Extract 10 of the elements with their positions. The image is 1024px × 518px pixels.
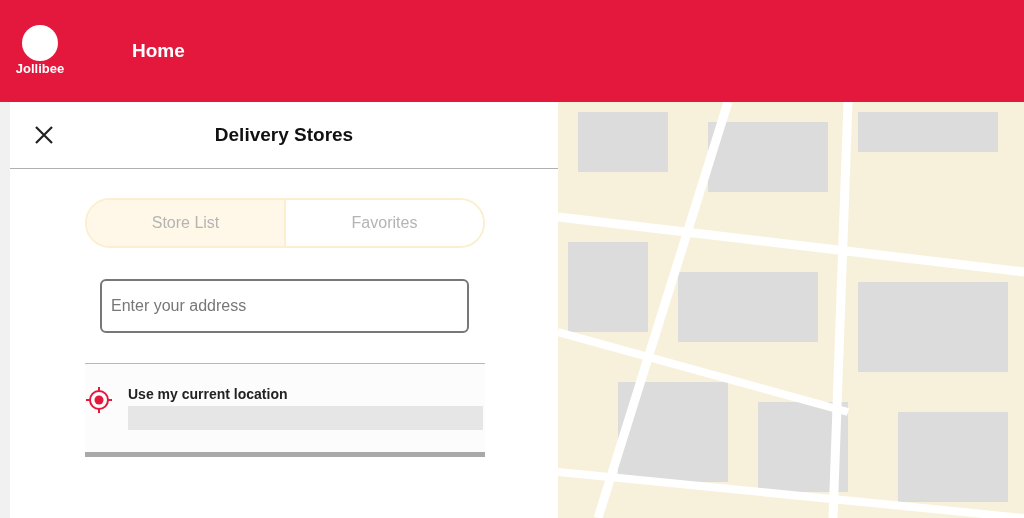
address-field[interactable]: Enter your address — [100, 279, 469, 333]
close-icon — [34, 125, 54, 145]
location-label: Use my current location — [128, 386, 289, 404]
page-title: Home — [132, 38, 185, 63]
panel-title: Delivery Stores — [214, 122, 354, 147]
logo-icon — [22, 24, 58, 61]
tab[interactable]: Favorites — [284, 200, 483, 246]
tab[interactable]: Store List — [87, 200, 284, 246]
logo-text: Jollibee — [15, 60, 65, 78]
target-icon — [85, 386, 113, 414]
